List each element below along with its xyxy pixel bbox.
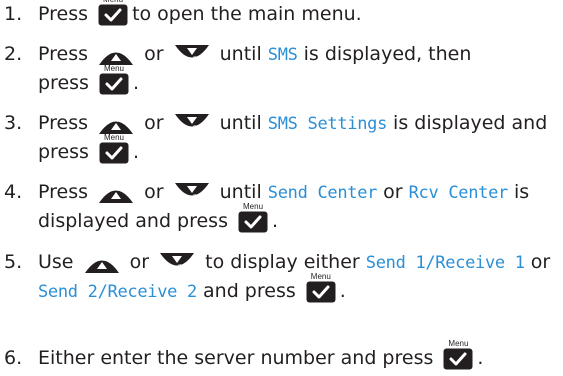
display-text-sms-settings: SMS Settings: [267, 114, 388, 134]
calls-key-caption: Calls: [193, 125, 205, 131]
step-text: .: [133, 72, 140, 94]
step-3-continuation: press Menu.: [38, 133, 140, 167]
menu-key-icon: Menu: [443, 339, 473, 370]
step-2-continuation: press Menu.: [38, 64, 140, 98]
step-text: is displayed and: [393, 112, 548, 134]
menu-key-caption: Menu: [243, 202, 264, 211]
menu-key-caption: Menu: [98, 0, 128, 4]
display-text-send-center: Send Center: [267, 183, 378, 203]
step-text: is displayed, then: [303, 43, 472, 65]
step-text: press: [38, 72, 89, 94]
display-text-rcv-center: Rcv Center: [408, 183, 509, 203]
step-text: to display either: [205, 251, 360, 273]
step-text: Press: [38, 3, 89, 25]
down-calls-key-icon: Calls: [174, 113, 210, 135]
step-text: until: [219, 181, 262, 203]
menu-key-icon: Menu: [238, 202, 268, 233]
redial-key-caption: Redial: [117, 49, 131, 55]
step-text: until: [219, 112, 262, 134]
step-6: 6. Either enter the server number and pre…: [0, 339, 484, 373]
up-redial-key-icon: Redial: [98, 182, 134, 204]
step-text: .: [272, 210, 279, 232]
display-text-send1-receive1: Send 1/Receive 1: [365, 253, 525, 273]
step-number: 3.: [4, 112, 23, 134]
step-text: to open the main menu.: [132, 3, 362, 25]
step-text: Either enter the server number and press: [38, 347, 434, 369]
step-1: 1. Press Menu to open the main menu.: [0, 0, 362, 29]
calls-key-caption: Calls: [193, 194, 205, 200]
down-calls-key-icon: Calls: [174, 182, 210, 204]
step-text: is: [514, 181, 530, 203]
step-text: or: [144, 43, 164, 65]
step-2: 2. Press Redial or Calls until SMS is dis…: [0, 40, 471, 70]
step-3: 3. Press Redial or Calls until SMS Settin…: [0, 109, 547, 139]
step-text: or: [129, 251, 150, 273]
step-text: Press: [38, 43, 89, 65]
step-5-continuation: Send 2/Receive 2 and press Menu.: [38, 272, 346, 307]
up-redial-key-icon: Redial: [84, 252, 120, 274]
down-calls-key-icon: Calls: [159, 252, 195, 274]
step-text: press: [38, 141, 89, 163]
up-redial-key-icon: Redial: [98, 113, 134, 135]
step-number: 4.: [4, 181, 23, 203]
menu-key-caption: Menu: [310, 272, 331, 281]
step-text: or: [144, 112, 164, 134]
step-number: 5.: [4, 251, 23, 273]
step-text: Press: [38, 112, 89, 134]
step-text: Use: [38, 251, 74, 273]
step-number: 2.: [4, 43, 23, 65]
redial-key-caption: Redial: [117, 118, 131, 124]
step-number: 1.: [4, 3, 23, 25]
instruction-document: 1. Press Menu to open the main menu. 2. Pre…: [0, 0, 563, 376]
menu-key-icon: Menu: [306, 272, 336, 303]
menu-key-icon: Menu: [98, 0, 128, 26]
step-text: .: [477, 347, 484, 369]
step-number: 6.: [4, 347, 23, 369]
step-text: and press: [203, 280, 296, 302]
down-calls-key-icon: Calls: [174, 44, 210, 66]
menu-key-caption: Menu: [103, 133, 124, 142]
calls-key-caption: Calls: [178, 264, 190, 270]
menu-key-icon: Menu: [99, 133, 129, 164]
step-text: or: [383, 181, 403, 203]
calls-key-caption: Calls: [193, 56, 205, 62]
step-text: Press: [38, 181, 89, 203]
step-text: until: [219, 43, 262, 65]
step-text: or: [144, 181, 164, 203]
menu-key-icon: Menu: [99, 64, 129, 95]
redial-key-caption: Redial: [103, 257, 117, 263]
up-redial-key-icon: Redial: [98, 44, 134, 66]
redial-key-caption: Redial: [117, 187, 131, 193]
step-4-continuation: displayed and press Menu.: [38, 202, 279, 236]
menu-key-caption: Menu: [103, 64, 124, 73]
menu-key-caption: Menu: [448, 339, 469, 348]
step-text: displayed and press: [38, 210, 228, 232]
step-5: 5. Use Redial or Calls to display either …: [0, 248, 550, 278]
step-text: .: [339, 280, 346, 302]
step-text: .: [133, 141, 140, 163]
step-text: or: [530, 251, 551, 273]
display-text-sms: SMS: [267, 45, 298, 65]
display-text-send2-receive2: Send 2/Receive 2: [38, 282, 197, 302]
